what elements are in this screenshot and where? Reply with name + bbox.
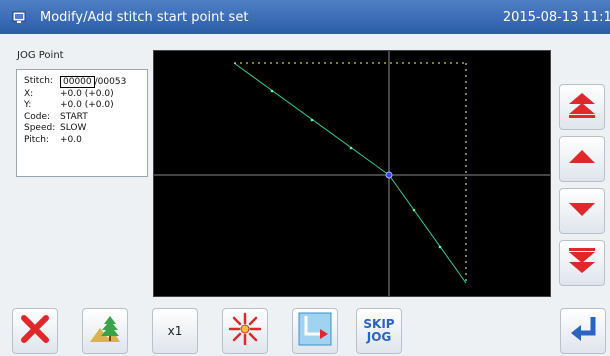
origin-burst-icon [228,312,262,350]
page-down-button[interactable] [559,240,605,286]
code-label: Code: [24,111,51,122]
down-arrow-icon [567,194,597,228]
datetime: 2015-08-13 11:15 [502,9,610,25]
jog-info-panel: Stitch: 00000/00053 X: +0.0 (+0.0) Y: +0… [16,69,148,177]
pattern-canvas[interactable] [153,50,551,297]
jog-label: JOG [366,330,392,344]
step-down-button[interactable] [559,188,605,234]
stitch-total: /00053 [94,77,127,87]
stitch-point [412,208,416,212]
cancel-x-icon [19,313,51,349]
x-value: +0.0 (+0.0) [60,88,114,99]
y-label: Y: [24,100,32,110]
pattern-svg [154,51,550,296]
page-title: Modify/Add stitch start point set [40,9,249,25]
jog-side-buttons [559,84,605,292]
stitch-path-diagonal-lower [388,174,467,284]
thread-trim-icon [298,312,332,350]
current-stitch-marker [385,171,393,179]
skip-jog-icon: SKIP JOG [363,318,394,344]
y-value: +0.0 (+0.0) [60,100,114,110]
skip-jog-button[interactable]: SKIP JOG [356,308,402,354]
thread-trim-button[interactable] [292,308,338,354]
scale-button[interactable]: x1 [152,308,198,354]
stitch-point [438,245,442,249]
pitch-label: Pitch: [24,134,49,145]
stitch-number-input[interactable]: 00000 [60,76,95,88]
pitch-value: +0.0 [60,134,82,145]
stitch-label: Stitch: [24,76,53,86]
pattern-view-button[interactable] [82,308,128,354]
enter-return-icon [567,313,599,349]
step-up-button[interactable] [559,136,605,182]
speed-value: SLOW [60,123,87,133]
screen-icon [8,6,30,28]
title-bar: Modify/Add stitch start point set 2015-0… [0,0,610,34]
origin-button[interactable] [222,308,268,354]
stitch-point [270,89,274,93]
stitch-point [349,146,353,150]
cancel-button[interactable] [12,308,58,354]
stitch-point [310,118,314,122]
scale-label: x1 [167,324,183,338]
up-arrow-icon [567,142,597,176]
page-up-double-arrow-icon [567,90,597,124]
page-up-button[interactable] [559,84,605,130]
speed-label: Speed: [24,123,56,133]
code-value: START [60,111,88,122]
bottom-toolbar: x1 SKIP JOG [0,305,610,356]
page-down-double-arrow-icon [567,246,597,280]
x-label: X: [24,88,34,99]
landscape-tree-icon [88,312,122,350]
jog-point-label: JOG Point [17,50,64,61]
enter-button[interactable] [560,308,606,354]
